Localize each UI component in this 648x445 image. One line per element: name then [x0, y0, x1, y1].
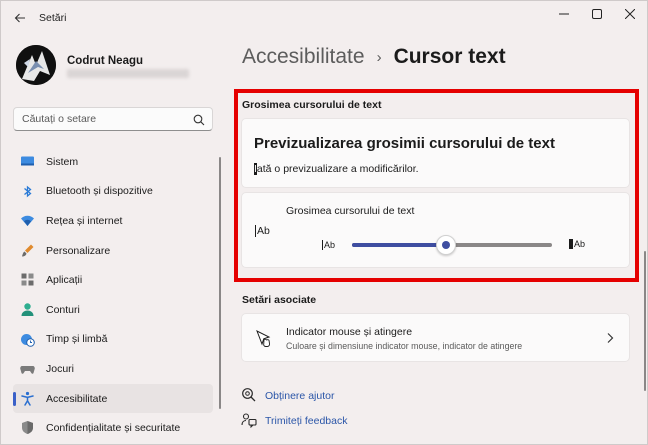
chevron-right-icon [605, 331, 615, 343]
thickness-setting-card: Ab Grosimea cursorului de text Ab Ab [241, 192, 630, 268]
sidebar-item-label: Sistem [46, 155, 79, 168]
apps-icon [20, 272, 35, 287]
sidebar-item-retea[interactable]: Rețea și internet [13, 206, 213, 236]
thickness-label: Grosimea cursorului de text [286, 205, 415, 217]
preview-text-body: ată o previzualizare a modificărilor. [256, 163, 419, 175]
gamepad-icon [20, 361, 35, 376]
title-bar: Setări [1, 1, 647, 35]
avatar[interactable] [16, 45, 56, 85]
sidebar-item-label: Aplicații [46, 274, 83, 287]
breadcrumb-parent[interactable]: Accesibilitate [242, 45, 365, 69]
search-icon[interactable] [193, 113, 205, 126]
sidebar-item-label: Jocuri [46, 362, 75, 375]
sidebar-item-label: Timp și limbă [46, 333, 108, 346]
sidebar-item-label: Rețea și internet [46, 214, 123, 227]
close-icon[interactable] [617, 5, 643, 23]
person-icon [20, 302, 35, 317]
sidebar-item-label: Confidențialitate și securitate [46, 422, 181, 435]
maximize-icon[interactable] [584, 5, 610, 23]
sidebar-item-aplicatii[interactable]: Aplicații [13, 265, 213, 295]
settings-window: Setări Codrut Neagu Căutați o setare Sis… [0, 0, 648, 445]
breadcrumb-chevron-icon: › [376, 48, 382, 66]
shield-icon [20, 420, 35, 435]
section-title-related: Setări asociate [242, 294, 317, 306]
thickness-slider-fill [352, 243, 446, 247]
search-placeholder: Căutați o setare [22, 113, 97, 125]
preview-card: Previzualizarea grosimii cursorului de t… [241, 118, 630, 188]
bluetooth-icon [20, 184, 35, 199]
sidebar-item-label: Bluetooth și dispozitive [46, 185, 153, 198]
sidebar-item-jocuri[interactable]: Jocuri [13, 354, 213, 384]
sidebar-nav: Sistem Bluetooth și dispozitive Rețea și… [13, 147, 213, 443]
sidebar-scrollbar[interactable] [219, 157, 221, 409]
thin-cursor-sample: Ab [322, 240, 336, 250]
wifi-icon [20, 213, 35, 228]
minimize-icon[interactable] [551, 5, 577, 23]
page-title: Cursor text [393, 45, 506, 68]
get-help-link[interactable]: Obținere ajutor [265, 390, 334, 402]
sidebar-item-label: Conturi [46, 303, 80, 316]
preview-text: Iată o previzualizare a modificărilor. [254, 163, 419, 175]
content-scrollbar[interactable] [644, 251, 646, 391]
accessibility-icon [20, 391, 35, 406]
mouse-pointer-touch-icon [255, 329, 273, 352]
sidebar-item-confidentialitate[interactable]: Confidențialitate și securitate [13, 413, 213, 443]
send-feedback-link[interactable]: Trimiteți feedback [265, 415, 347, 427]
app-title: Setări [39, 12, 67, 24]
sidebar-item-timp[interactable]: Timp și limbă [13, 325, 213, 355]
user-email-redacted [67, 69, 189, 78]
thickness-slider-thumb[interactable] [436, 235, 456, 255]
sidebar-item-label: Personalizare [46, 244, 111, 257]
sidebar-item-label: Accesibilitate [46, 392, 108, 405]
sidebar-item-bluetooth[interactable]: Bluetooth și dispozitive [13, 177, 213, 207]
user-name: Codrut Neagu [67, 55, 144, 67]
help-icon [241, 387, 257, 403]
search-input[interactable]: Căutați o setare [13, 107, 213, 131]
sidebar-item-conturi[interactable]: Conturi [13, 295, 213, 325]
feedback-icon [241, 412, 257, 429]
back-arrow-icon[interactable] [9, 7, 31, 29]
related-item-description: Culoare și dimensiune indicator mouse, i… [286, 341, 523, 351]
related-item-mouse-pointer[interactable]: Indicator mouse și atingere Culoare și d… [241, 313, 630, 362]
sidebar-item-sistem[interactable]: Sistem [13, 147, 213, 177]
globe-clock-icon [20, 332, 35, 347]
preview-title: Previzualizarea grosimii cursorului de t… [254, 135, 555, 152]
cursor-thickness-icon: Ab [255, 225, 270, 237]
related-item-title: Indicator mouse și atingere [286, 326, 413, 338]
breadcrumb: Accesibilitate › Cursor text [242, 45, 506, 69]
section-title-thickness: Grosimea cursorului de text [242, 99, 382, 111]
sidebar-item-accesibilitate[interactable]: Accesibilitate [13, 383, 213, 414]
monitor-icon [20, 154, 35, 169]
brush-icon [20, 243, 35, 258]
thick-cursor-sample: Ab [569, 239, 585, 249]
sidebar-item-personalizare[interactable]: Personalizare [13, 236, 213, 266]
slider-thumb-dot [442, 241, 450, 249]
